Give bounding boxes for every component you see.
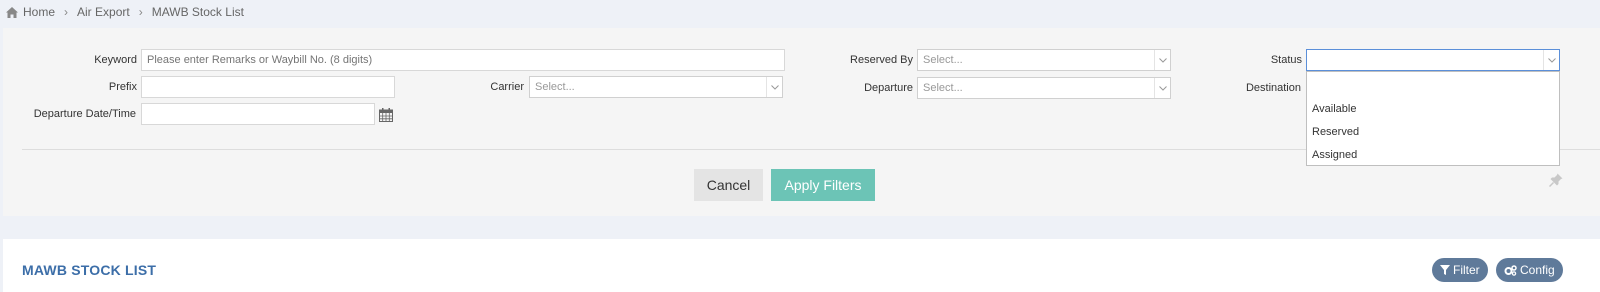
departure-label: Departure — [864, 82, 913, 94]
status-dropdown-menu: Available Reserved Assigned — [1306, 71, 1560, 166]
cancel-button[interactable]: Cancel — [694, 169, 763, 201]
prefix-label: Prefix — [108, 81, 137, 93]
chevron-down-icon — [1154, 78, 1170, 98]
chevron-right-icon: › — [64, 5, 69, 19]
departure-datetime-label: Departure Date/Time — [33, 108, 136, 120]
carrier-placeholder: Select... — [535, 81, 575, 93]
reserved-by-label: Reserved By — [850, 54, 913, 66]
breadcrumb-home[interactable]: Home — [23, 5, 55, 19]
departure-placeholder: Select... — [923, 82, 963, 94]
prefix-input[interactable] — [141, 76, 395, 98]
pin-icon[interactable] — [1549, 173, 1563, 187]
status-label: Status — [1270, 54, 1302, 66]
keyword-input[interactable] — [141, 49, 785, 71]
filter-button[interactable]: Filter — [1432, 258, 1488, 282]
config-button[interactable]: Config — [1496, 258, 1563, 282]
calendar-icon[interactable] — [379, 108, 393, 122]
list-card — [3, 239, 1600, 292]
gears-icon — [1504, 264, 1517, 276]
reserved-by-placeholder: Select... — [923, 54, 963, 66]
chevron-down-icon — [1543, 50, 1559, 70]
home-icon[interactable] — [6, 6, 18, 18]
funnel-icon — [1440, 265, 1450, 275]
reserved-by-select[interactable]: Select... — [917, 49, 1171, 71]
apply-filters-button[interactable]: Apply Filters — [771, 169, 875, 201]
keyword-label: Keyword — [94, 54, 137, 66]
destination-label: Destination — [1245, 82, 1301, 94]
config-button-label: Config — [1520, 263, 1555, 277]
filter-button-label: Filter — [1453, 263, 1480, 277]
breadcrumb-air-export[interactable]: Air Export — [77, 5, 130, 19]
carrier-select[interactable]: Select... — [529, 76, 783, 98]
departure-select[interactable]: Select... — [917, 77, 1171, 99]
status-option-reserved[interactable]: Reserved — [1312, 126, 1359, 138]
breadcrumb: Home › Air Export › MAWB Stock List — [6, 4, 244, 20]
status-select[interactable] — [1306, 49, 1560, 71]
status-option-available[interactable]: Available — [1312, 103, 1356, 115]
breadcrumb-current: MAWB Stock List — [151, 5, 244, 19]
departure-datetime-input[interactable] — [141, 103, 375, 125]
chevron-down-icon — [1154, 50, 1170, 70]
status-option-assigned[interactable]: Assigned — [1312, 149, 1357, 161]
carrier-label: Carrier — [490, 81, 524, 93]
page-title: MAWB STOCK LIST — [22, 262, 157, 278]
chevron-right-icon: › — [138, 5, 143, 19]
chevron-down-icon — [766, 77, 782, 97]
